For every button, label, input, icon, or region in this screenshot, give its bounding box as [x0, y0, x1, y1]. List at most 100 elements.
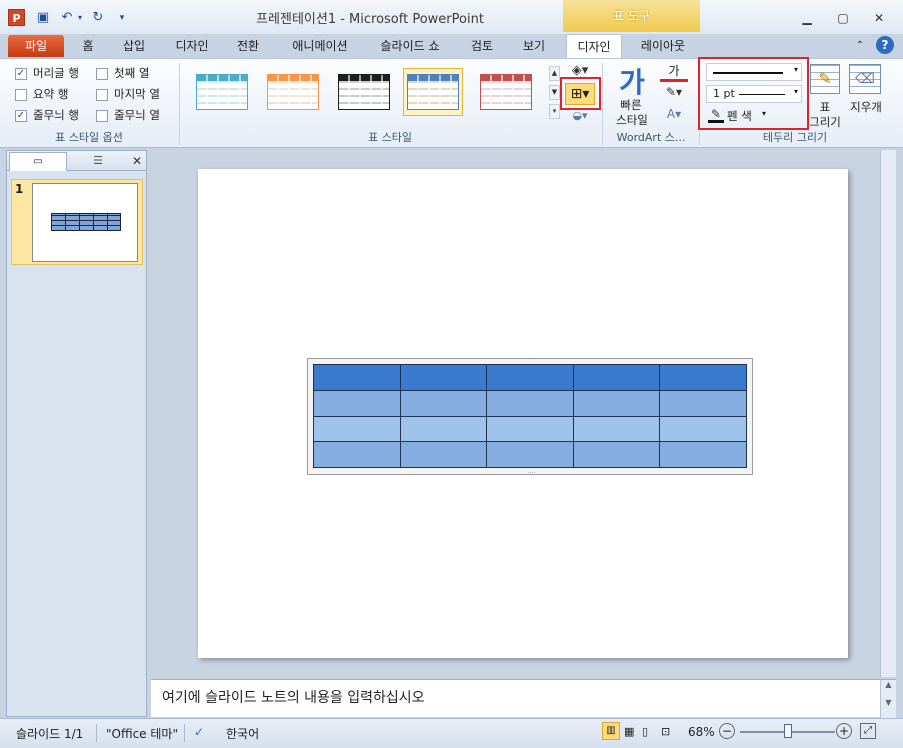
slideshow-icon[interactable]: ⊡ — [661, 725, 670, 738]
eraser-icon[interactable]: ⌫ — [849, 64, 881, 94]
zoom-slider-thumb[interactable] — [783, 724, 792, 738]
vertical-scrollbar[interactable] — [880, 150, 896, 677]
text-effects-icon[interactable]: A▾ — [660, 107, 688, 121]
quick-styles-icon[interactable]: 가 — [614, 61, 650, 99]
notes-scrollbar[interactable]: ▲ ▼ — [880, 680, 896, 718]
table-style-preview — [480, 74, 532, 110]
table-frame[interactable]: ···· ···· — [307, 356, 753, 477]
first-column-checkbox[interactable]: 첫째 열 — [96, 64, 149, 82]
table-cell[interactable] — [572, 364, 661, 391]
tab-slideshow[interactable]: 슬라이드 쇼 — [370, 34, 450, 58]
text-outline-icon[interactable]: ✎▾ — [660, 85, 688, 99]
table-cell[interactable] — [313, 441, 401, 468]
effects-icon[interactable]: ◒▾ — [566, 109, 594, 123]
zoom-out-icon[interactable]: − — [719, 723, 735, 739]
table-cell[interactable] — [659, 364, 747, 391]
tab-animations[interactable]: 애니메이션 — [282, 34, 358, 58]
table-cell[interactable] — [313, 389, 401, 417]
resize-handle-top[interactable]: ···· — [528, 356, 536, 363]
tab-table-design[interactable]: 디자인 — [566, 34, 622, 59]
zoom-in-icon[interactable]: + — [836, 723, 852, 739]
status-bar: 슬라이드 1/1 "Office 테마" ✓ 한국어 ▥ ▦ ▯ ⊡ 68% −… — [0, 718, 903, 748]
table-style-thumbnail[interactable] — [192, 68, 252, 116]
table-style-thumbnail[interactable] — [263, 68, 323, 116]
text-fill-icon[interactable]: 가 — [660, 62, 688, 82]
fit-to-window-icon[interactable]: ⤢ — [860, 723, 876, 739]
table-cell[interactable] — [399, 364, 488, 391]
normal-view-icon[interactable]: ▥ — [602, 722, 620, 740]
gallery-up-icon[interactable]: ▲ — [549, 66, 560, 81]
slide-table[interactable] — [313, 364, 747, 468]
draw-table-label-1[interactable]: 표 — [808, 99, 842, 115]
check-icon: ✓ — [15, 67, 27, 80]
redo-icon[interactable]: ↻ — [89, 9, 107, 27]
slide-canvas[interactable]: ···· ···· — [198, 169, 848, 658]
tab-design[interactable]: 디자인 — [166, 34, 218, 58]
maximize-icon[interactable]: ▢ — [830, 8, 856, 28]
table-style-thumbnail[interactable] — [334, 68, 394, 116]
tab-view[interactable]: 보기 — [514, 34, 554, 58]
table-cell[interactable] — [659, 389, 747, 417]
tab-review[interactable]: 검토 — [462, 34, 502, 58]
thumbnail-grid — [52, 214, 120, 230]
notes-placeholder[interactable]: 여기에 슬라이드 노트의 내용을 입력하십시오 — [162, 687, 425, 707]
table-cell[interactable] — [486, 415, 574, 443]
gallery-more-icon[interactable]: ▾ — [549, 104, 560, 119]
group-label-wordart: WordArt 스... — [616, 131, 686, 144]
gallery-down-icon[interactable]: ▼ — [549, 85, 560, 100]
close-icon[interactable]: ✕ — [866, 8, 892, 28]
theme-name[interactable]: "Office 테마" — [106, 725, 178, 742]
tab-insert[interactable]: 삽입 — [114, 34, 154, 58]
header-row-checkbox[interactable]: ✓ 머리글 행 — [15, 64, 79, 82]
quick-styles-label-1[interactable]: 빠른 — [606, 97, 656, 113]
customize-qat-icon[interactable]: ▾ — [113, 9, 131, 27]
table-cell[interactable] — [399, 441, 488, 468]
table-cell[interactable] — [313, 415, 401, 443]
table-cell[interactable] — [659, 415, 747, 443]
spell-check-icon[interactable]: ✓ — [194, 725, 204, 739]
zoom-level[interactable]: 68% — [688, 725, 715, 739]
slides-tab-icon[interactable]: ▭ — [9, 152, 67, 171]
draw-table-icon[interactable]: ✎ — [810, 64, 840, 94]
quick-styles-label-2[interactable]: 스타일 — [606, 112, 658, 128]
outline-tab-icon[interactable]: ☰ — [69, 152, 127, 170]
slide-sorter-icon[interactable]: ▦ — [624, 725, 634, 738]
checkbox-box — [96, 88, 108, 101]
table-cell[interactable] — [659, 441, 747, 468]
tab-table-layout[interactable]: 레이아웃 — [632, 34, 694, 58]
notes-pane[interactable]: 여기에 슬라이드 노트의 내용을 입력하십시오 ▲ ▼ — [151, 679, 896, 718]
table-cell[interactable] — [486, 364, 574, 391]
table-style-thumbnail[interactable] — [476, 68, 536, 116]
tab-home[interactable]: 홈 — [74, 34, 102, 58]
save-icon[interactable]: ▣ — [34, 9, 52, 27]
total-row-checkbox[interactable]: 요약 행 — [15, 85, 68, 103]
resize-handle-bottom[interactable]: ···· — [528, 470, 536, 477]
slide-thumbnail-selected[interactable]: 1 — [11, 179, 143, 265]
language[interactable]: 한국어 — [226, 725, 259, 742]
last-column-checkbox[interactable]: 마지막 열 — [96, 85, 160, 103]
table-cell[interactable] — [399, 389, 488, 417]
tab-transitions[interactable]: 전환 — [228, 34, 268, 58]
help-icon[interactable]: ? — [876, 36, 894, 54]
undo-icon[interactable]: ↶ — [58, 9, 76, 27]
close-pane-icon[interactable]: ✕ — [129, 152, 145, 170]
table-cell[interactable] — [572, 389, 661, 417]
minimize-ribbon-icon[interactable]: ⌃ — [852, 34, 868, 58]
table-cell[interactable] — [486, 389, 574, 417]
eraser-label[interactable]: 지우개 — [844, 99, 888, 115]
tab-file[interactable]: 파일 — [8, 35, 64, 57]
minimize-icon[interactable]: ▁ — [794, 8, 820, 28]
powerpoint-app-icon[interactable]: P — [8, 9, 25, 26]
table-style-thumbnail[interactable] — [403, 68, 463, 116]
banded-columns-checkbox[interactable]: 줄무늬 열 — [96, 106, 160, 124]
table-cell[interactable] — [572, 415, 661, 443]
banded-rows-checkbox[interactable]: ✓ 줄무늬 행 — [15, 106, 79, 124]
table-cell[interactable] — [313, 364, 401, 391]
draw-table-label-2[interactable]: 그리기 — [803, 114, 847, 130]
table-cell[interactable] — [399, 415, 488, 443]
table-cell[interactable] — [486, 441, 574, 468]
table-cell[interactable] — [572, 441, 661, 468]
reading-view-icon[interactable]: ▯ — [642, 725, 648, 738]
undo-dropdown-icon[interactable]: ▾ — [76, 9, 84, 27]
group-label-table-styles: 표 스타일 — [368, 131, 412, 144]
